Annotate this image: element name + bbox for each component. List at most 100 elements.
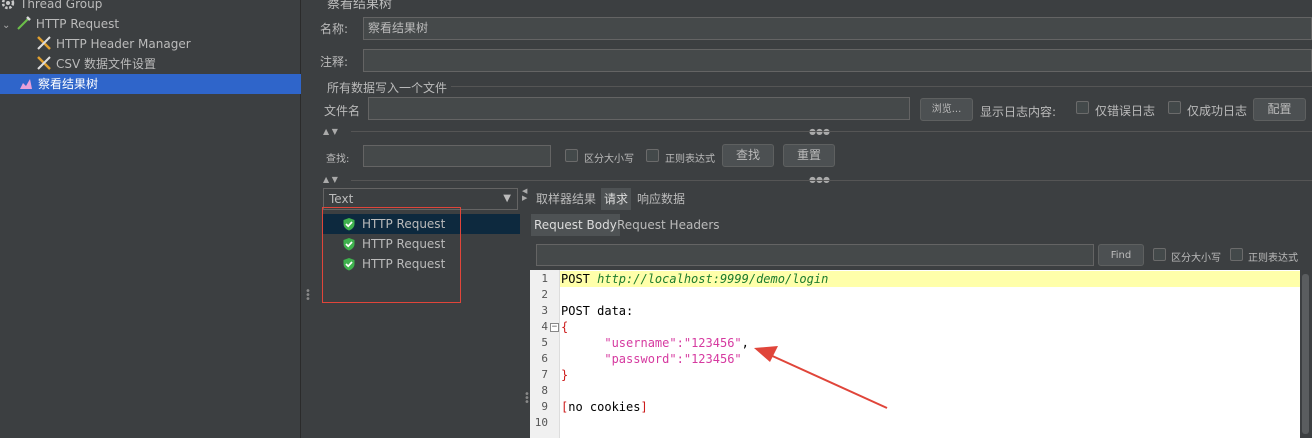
name-input[interactable]: 察看结果树 [363,17,1312,40]
regex-checkbox[interactable] [646,149,659,162]
divider [351,131,1312,132]
request-case-checkbox[interactable] [1153,248,1166,261]
success-only-label: 仅成功日志 [1187,104,1248,118]
result-list: HTTP Request HTTP Request HTTP Request [322,212,520,438]
main-splitter[interactable]: • • • [301,0,311,438]
request-search-input[interactable] [536,244,1094,266]
splitter-grip-icon: • • • [305,286,311,305]
reset-button[interactable]: 重置 [783,144,835,167]
tree-item-thread-group[interactable]: Thread Group [0,0,102,14]
chevron-down-icon: ▼ [503,193,511,204]
chevron-down-icon[interactable]: ⌄ [2,16,12,36]
fold-collapse-icon[interactable]: − [550,323,559,332]
result-item-label: HTTP Request [362,217,446,231]
result-item[interactable]: HTTP Request [322,234,520,254]
success-shield-icon [342,257,356,271]
tree-item-http-request[interactable]: ⌄ HTTP Request [2,14,119,34]
search-label: 查找: [326,154,350,165]
subtab-request-body[interactable]: Request Body [531,214,620,236]
splitter-arrows-icon[interactable]: ◀ ▶ [522,188,527,202]
file-section-title: 所有数据写入一个文件 [327,81,448,95]
result-item[interactable]: HTTP Request [322,214,520,234]
tree-item-label: Thread Group [20,0,103,11]
config-button[interactable]: 配置 [1253,98,1306,121]
comment-label: 注释: [320,55,349,69]
errors-only-checkbox[interactable] [1076,101,1089,114]
code-line-9: [no cookies] [560,399,1300,415]
request-case-label: 区分大小写 [1171,253,1221,264]
line-number: 5 [541,336,548,349]
request-regex-checkbox[interactable] [1230,248,1243,261]
code-line-7: } [561,368,569,382]
find-button[interactable]: 查找 [722,144,774,167]
tab-request[interactable]: 请求 [601,188,632,210]
tree-item-label: 察看结果树 [38,77,99,91]
tree-item-csv-config[interactable]: CSV 数据文件设置 [36,54,156,74]
collapse-arrows-icon[interactable]: ▲ ▼ [323,176,338,184]
request-find-button[interactable]: Find [1098,244,1144,266]
line-number: 9 [541,400,548,413]
wrench-icon [36,35,52,51]
http-method: POST [561,272,598,286]
panel-title: 察看结果树 [327,0,393,12]
gear-icon [0,0,16,11]
line-number: 10 [534,416,548,429]
line-number: 2 [541,288,548,301]
name-label: 名称: [320,22,349,36]
request-url: http://localhost:9999/demo/login [597,272,829,286]
search-input[interactable] [363,145,551,167]
json-comma: , [741,336,749,350]
result-item-label: HTTP Request [362,237,446,251]
section-divider [451,86,1312,87]
drag-handle-icon[interactable]: ●●● [809,128,830,136]
tree-item-view-results-tree[interactable]: 察看结果树 [0,74,301,94]
browse-button[interactable]: 浏览... [920,98,973,121]
case-sensitive-checkbox[interactable] [565,149,578,162]
code-line-1: POST http://localhost:9999/demo/login [560,271,1300,287]
line-number: 1 [541,272,548,285]
code-line-6: "password":"123456" [560,351,1300,367]
subtab-request-headers[interactable]: Request Headers [614,214,723,236]
result-item-label: HTTP Request [362,257,446,271]
tree-item-label: HTTP Request [35,17,120,31]
success-only-checkbox[interactable] [1168,101,1181,114]
json-colon: : [676,336,684,350]
log-content-label: 显示日志内容: [980,105,1057,119]
test-plan-tree: Thread Group ⌄ HTTP Request HTTP Header … [0,0,301,438]
bracket-close: ] [640,400,648,414]
filename-label: 文件名 [324,104,361,118]
case-sensitive-label: 区分大小写 [584,154,634,165]
json-value: "123456" [683,352,742,366]
line-number: 8 [541,384,548,397]
scrollbar-thumb[interactable] [1302,274,1309,434]
filename-input[interactable] [368,97,910,120]
line-number: 7 [541,368,548,381]
json-value: "123456" [683,336,742,350]
code-line-4: { [561,320,569,334]
tab-sampler-result[interactable]: 取样器结果 [533,188,599,210]
result-item[interactable]: HTTP Request [322,254,520,274]
tree-item-label: CSV 数据文件设置 [56,57,157,71]
pipette-icon [16,15,32,31]
json-key: "username" [604,336,677,350]
json-key: "password" [604,352,677,366]
errors-only-label: 仅错误日志 [1095,104,1156,118]
editor-scrollbar[interactable] [1300,212,1312,438]
success-shield-icon [342,237,356,251]
renderer-value: Text [329,192,354,206]
request-body-editor[interactable]: 1 2 3 4 5 6 7 8 9 10 − POST http://local… [530,270,1300,438]
tab-response-data[interactable]: 响应数据 [634,188,688,210]
collapse-arrows-icon[interactable]: ▲ ▼ [323,128,338,136]
tree-item-header-manager[interactable]: HTTP Header Manager [36,34,191,54]
request-regex-label: 正则表达式 [1248,253,1298,264]
wrench-icon [36,55,52,71]
line-number-gutter: 1 2 3 4 5 6 7 8 9 10 − [530,270,560,438]
json-colon: : [676,352,684,366]
renderer-select[interactable]: Text ▼ [323,188,518,210]
regex-label: 正则表达式 [665,154,715,165]
splitter-grip-icon: • • • [524,389,530,408]
results-tree-panel: 察看结果树 名称: 察看结果树 注释: 所有数据写入一个文件 文件名 浏览...… [311,0,1312,438]
comment-input[interactable] [363,49,1312,72]
no-cookies-text: no cookies [568,400,641,414]
success-shield-icon [342,217,356,231]
